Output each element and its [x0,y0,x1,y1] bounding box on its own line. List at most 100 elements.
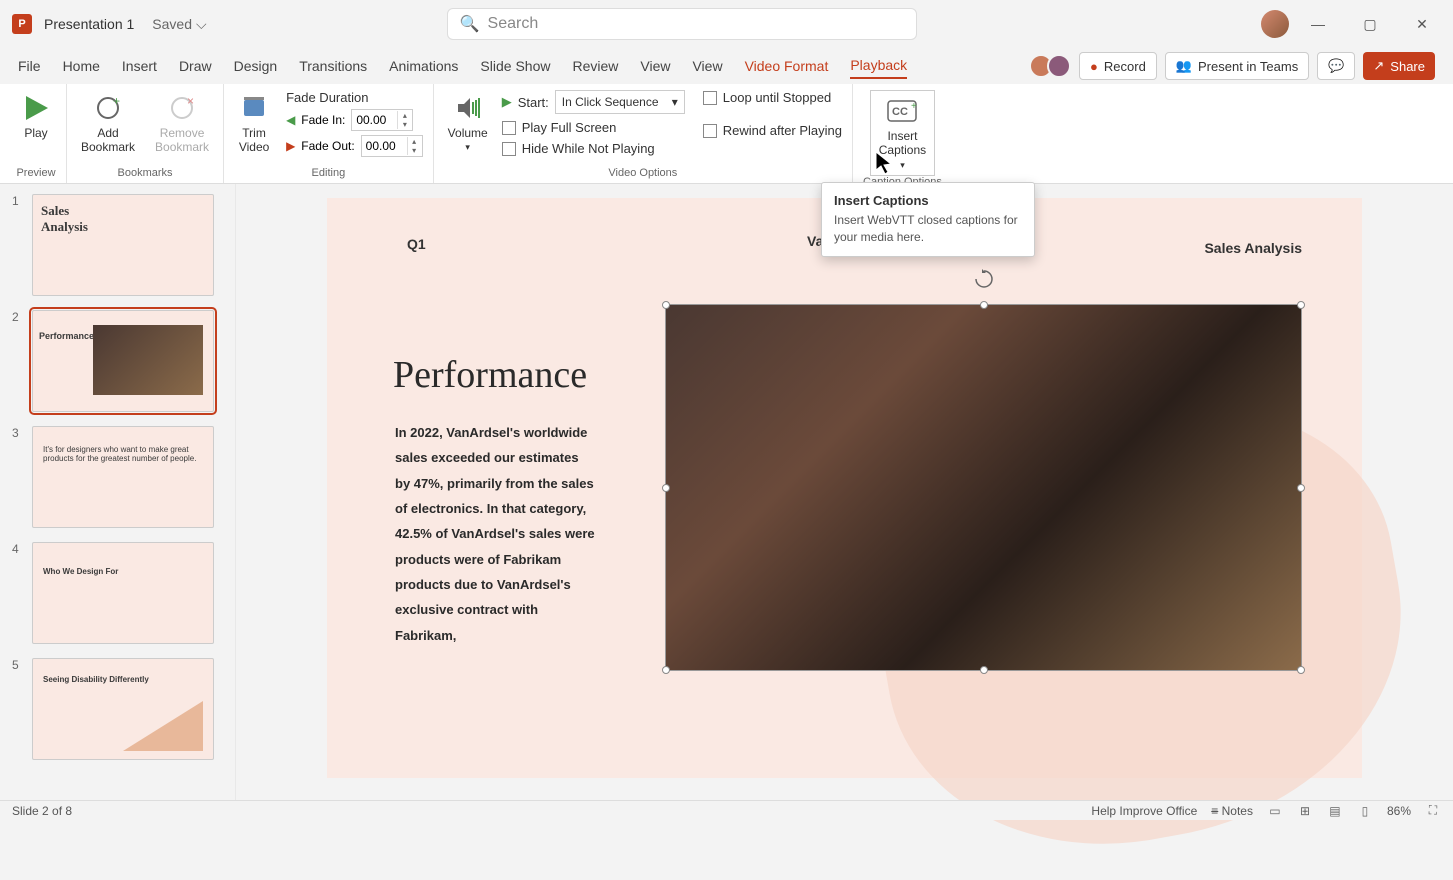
play-button[interactable]: Play [16,90,56,142]
rotate-handle[interactable] [974,269,994,289]
add-bookmark-button[interactable]: + Add Bookmark [77,90,139,157]
group-editing: Trim Video Fade Duration ◀ Fade In: 00.0… [224,84,434,183]
resize-handle[interactable] [980,301,988,309]
tab-insert[interactable]: Insert [122,54,157,78]
tab-file[interactable]: File [18,54,41,78]
fade-out-value: 00.00 [366,139,396,153]
notes-toggle[interactable]: ≡ Notes [1211,804,1253,818]
slide-thumbnail[interactable]: Performance [32,310,214,412]
start-icon: ▶ [502,94,512,110]
fade-in-icon: ◀ [286,113,295,127]
thumb-number: 1 [12,194,24,296]
tab-home[interactable]: Home [63,54,100,78]
tab-transitions[interactable]: Transitions [299,54,367,78]
tab-draw[interactable]: Draw [179,54,212,78]
fade-duration-label: Fade Duration [286,90,423,105]
slide-sa-label: Sales Analysis [1204,240,1302,256]
svg-text:+: + [911,101,917,112]
slide-counter[interactable]: Slide 2 of 8 [12,804,72,818]
chevron-down-icon: ⌵ [196,16,207,33]
resize-handle[interactable] [662,301,670,309]
insert-captions-tooltip: Insert Captions Insert WebVTT closed cap… [821,182,1035,257]
spinner-down-icon[interactable]: ▾ [397,120,411,129]
present-label: Present in Teams [1198,59,1298,74]
spinner-down-icon[interactable]: ▾ [407,146,421,155]
resize-handle[interactable] [662,484,670,492]
resize-handle[interactable] [1297,301,1305,309]
thumb-number: 4 [12,542,24,644]
cc-icon: CC+ [886,95,918,127]
fade-in-input[interactable]: 00.00▴▾ [351,109,413,131]
remove-bookmark-label: Remove Bookmark [155,126,209,155]
play-full-screen-checkbox[interactable]: Play Full Screen [502,120,685,135]
share-button[interactable]: ↗Share [1363,52,1435,80]
start-value: In Click Sequence [562,95,659,109]
rewind-label: Rewind after Playing [723,123,842,138]
resize-handle[interactable] [1297,484,1305,492]
fit-to-window-icon[interactable]: ⛶ [1425,803,1441,819]
maximize-button[interactable]: ▢ [1347,8,1393,40]
fade-out-label: Fade Out: [301,139,354,153]
rewind-checkbox[interactable]: Rewind after Playing [703,123,842,138]
checkbox-icon [502,142,516,156]
resize-handle[interactable] [1297,666,1305,674]
slide-title: Performance [393,353,587,397]
saved-label: Saved [152,16,192,32]
normal-view-icon[interactable]: ▭ [1267,803,1283,819]
close-button[interactable]: ✕ [1399,8,1445,40]
resize-handle[interactable] [980,666,988,674]
slide-q1-label: Q1 [407,236,426,252]
insert-captions-button[interactable]: CC+ Insert Captions▾ [870,90,935,176]
tab-animations[interactable]: Animations [389,54,458,78]
video-object[interactable] [665,304,1302,671]
document-title[interactable]: Presentation 1 [44,16,134,32]
autosave-status[interactable]: Saved ⌵ [152,16,206,33]
tab-slideshow[interactable]: Slide Show [480,54,550,78]
present-teams-button[interactable]: 👥Present in Teams [1165,52,1309,80]
svg-text:CC: CC [892,106,908,118]
trim-video-button[interactable]: Trim Video [234,90,274,157]
slide-thumbnails[interactable]: 1Sales Analysis 2Performance 3It's for d… [0,184,236,800]
resize-handle[interactable] [662,666,670,674]
tabrow-right: ●Record 👥Present in Teams 💬 ↗Share [1035,52,1435,80]
group-video-options: Volume ▾ ▶ Start: In Click Sequence▾ Pla… [434,84,853,183]
tab-view2[interactable]: View [692,54,722,78]
minimize-button[interactable]: — [1295,8,1341,40]
slide-canvas[interactable]: Q1 VanArs Sales Analysis Performance In … [236,184,1453,800]
app-icon: P [12,14,32,34]
tab-video-format[interactable]: Video Format [745,54,829,78]
volume-button[interactable]: Volume ▾ [444,90,492,155]
search-input[interactable]: 🔍 Search [447,8,917,40]
user-avatar[interactable] [1261,10,1289,38]
slide-thumbnail[interactable]: Sales Analysis [32,194,214,296]
spinner-up-icon[interactable]: ▴ [397,111,411,120]
zoom-level[interactable]: 86% [1387,804,1411,818]
hide-not-playing-checkbox[interactable]: Hide While Not Playing [502,141,685,156]
slide-thumbnail[interactable]: Who We Design For [32,542,214,644]
coauthor-avatar[interactable] [1047,54,1071,78]
volume-icon [452,92,484,124]
help-improve-link[interactable]: Help Improve Office [1091,804,1197,818]
slideshow-view-icon[interactable]: ▯ [1357,803,1373,819]
tab-playback[interactable]: Playback [850,53,907,79]
reading-view-icon[interactable]: ▤ [1327,803,1343,819]
svg-text:×: × [187,95,194,108]
tooltip-body: Insert WebVTT closed captions for your m… [834,212,1022,246]
bookmark-add-icon: + [92,92,124,124]
sorter-view-icon[interactable]: ⊞ [1297,803,1313,819]
fade-out-input[interactable]: 00.00 ▴▾ [361,135,423,157]
slide-thumbnail[interactable]: It's for designers who want to make grea… [32,426,214,528]
record-button[interactable]: ●Record [1079,52,1157,80]
comments-button[interactable]: 💬 [1317,52,1355,80]
checkbox-icon [703,124,717,138]
tab-design[interactable]: Design [234,54,278,78]
slide-thumbnail[interactable]: Seeing Disability Differently [32,658,214,760]
tab-review[interactable]: Review [572,54,618,78]
start-dropdown[interactable]: In Click Sequence▾ [555,90,685,114]
coauthors[interactable] [1035,54,1071,78]
loop-checkbox[interactable]: Loop until Stopped [703,90,842,105]
remove-bookmark-button: × Remove Bookmark [151,90,213,157]
thumb-number: 2 [12,310,24,412]
spinner-up-icon[interactable]: ▴ [407,137,421,146]
tab-view[interactable]: View [640,54,670,78]
